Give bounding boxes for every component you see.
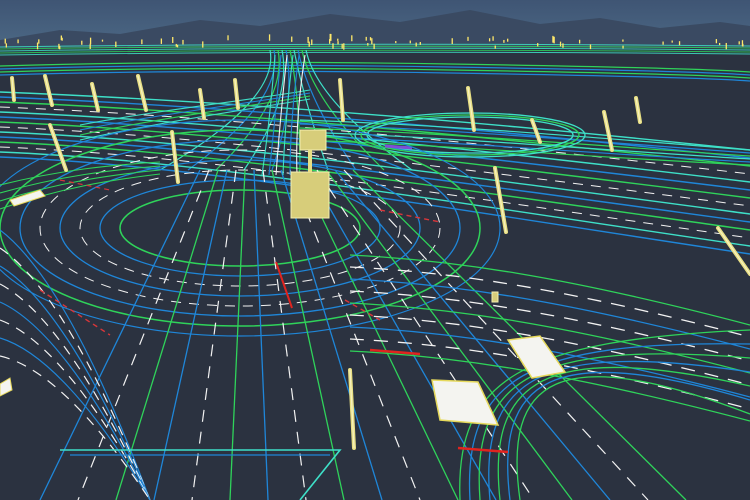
sign-box — [299, 129, 327, 151]
small-sign — [491, 291, 499, 303]
map-viewport[interactable] — [0, 0, 750, 500]
sign-box — [290, 171, 330, 219]
purple-marker — [384, 144, 413, 150]
map-canvas[interactable] — [0, 0, 750, 500]
